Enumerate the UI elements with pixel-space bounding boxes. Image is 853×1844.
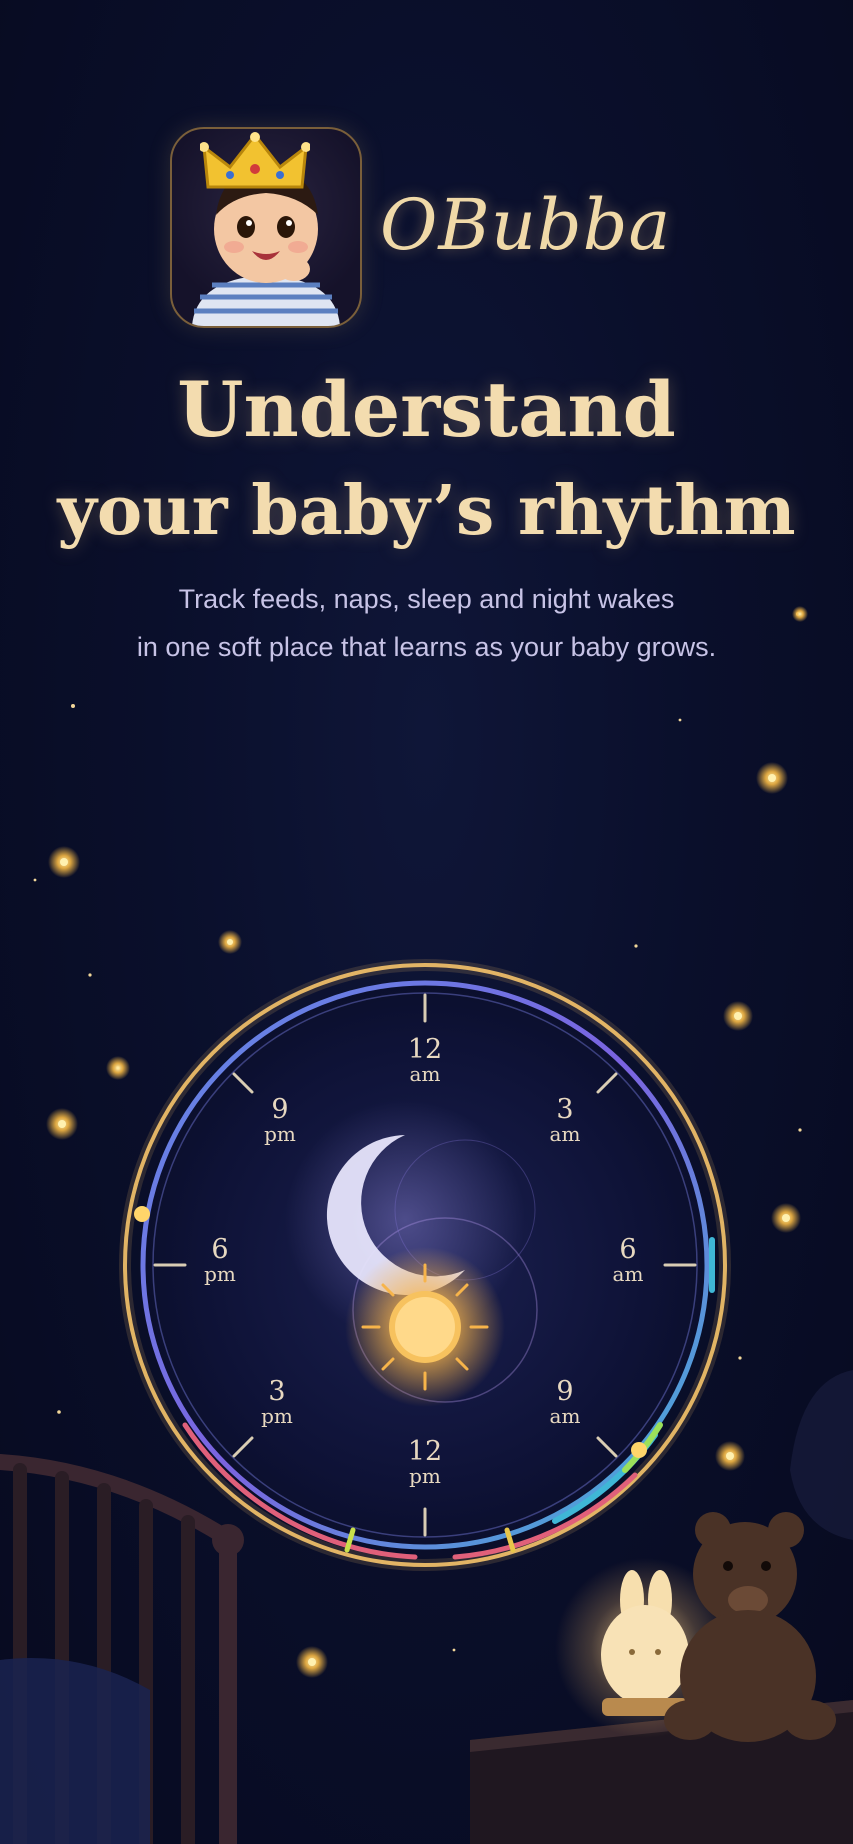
subtitle-line-1: Track feeds, naps, sleep and night wakes	[178, 584, 675, 614]
label-12am: 12 am	[407, 1034, 443, 1086]
subtitle-line-2: in one soft place that learns as your ba…	[136, 632, 717, 662]
label-9am: 9 am	[549, 1376, 581, 1428]
label-9pm: 9 pm	[264, 1094, 296, 1146]
rhythm-clock: 12 am 3 am 6 am 9 am 12 pm 3 pm 6 pm 9 pm	[115, 955, 735, 1575]
headline-line-2: your baby’s rhythm	[57, 471, 796, 551]
label-12pm: 12 pm	[407, 1436, 443, 1488]
ring-dot-right	[631, 1442, 647, 1458]
ring-dot-left	[134, 1206, 150, 1222]
crown-icon	[200, 132, 310, 189]
sun-icon	[345, 1247, 505, 1407]
headline-line-1: Understand	[177, 365, 676, 454]
label-6am: 6 am	[612, 1234, 644, 1286]
label-6pm: 6 pm	[204, 1234, 236, 1286]
label-3am: 3 am	[549, 1094, 581, 1146]
app-icon	[170, 127, 362, 328]
label-3pm: 3 pm	[261, 1376, 293, 1428]
app-name: OBubba	[380, 184, 672, 266]
cloud	[790, 1370, 853, 1540]
crib-blanket	[0, 1658, 150, 1844]
